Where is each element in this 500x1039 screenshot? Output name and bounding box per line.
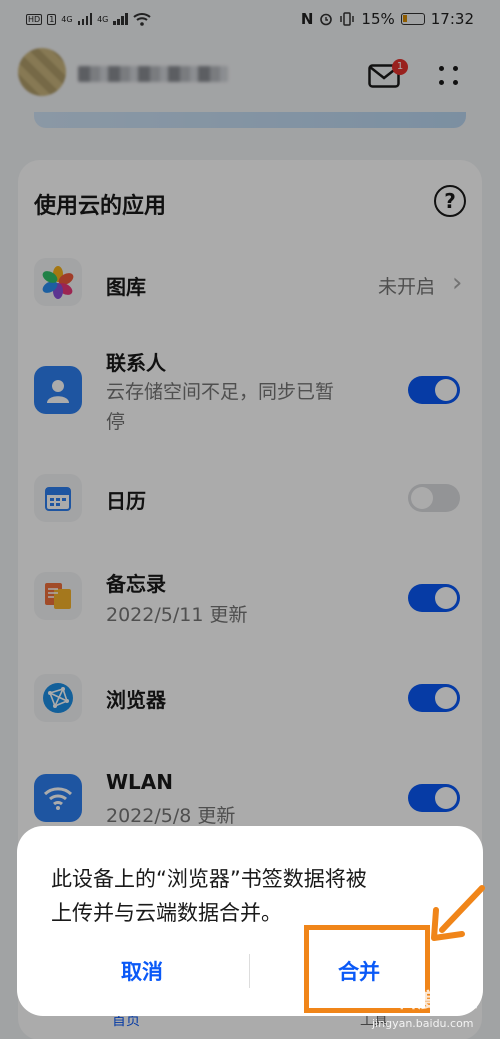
dialog-divider xyxy=(249,954,250,988)
watermark-brand: Bai百度经验 xyxy=(360,988,478,1012)
watermark-url: jingyan.baidu.com xyxy=(372,1017,474,1030)
dialog-message-line1: 此设备上的“浏览器”书签数据将被 xyxy=(51,867,367,891)
dialog-message: 此设备上的“浏览器”书签数据将被 上传并与云端数据合并。 xyxy=(51,862,451,930)
pointer-arrow-icon xyxy=(431,885,485,941)
cancel-button[interactable]: 取消 xyxy=(77,952,207,992)
